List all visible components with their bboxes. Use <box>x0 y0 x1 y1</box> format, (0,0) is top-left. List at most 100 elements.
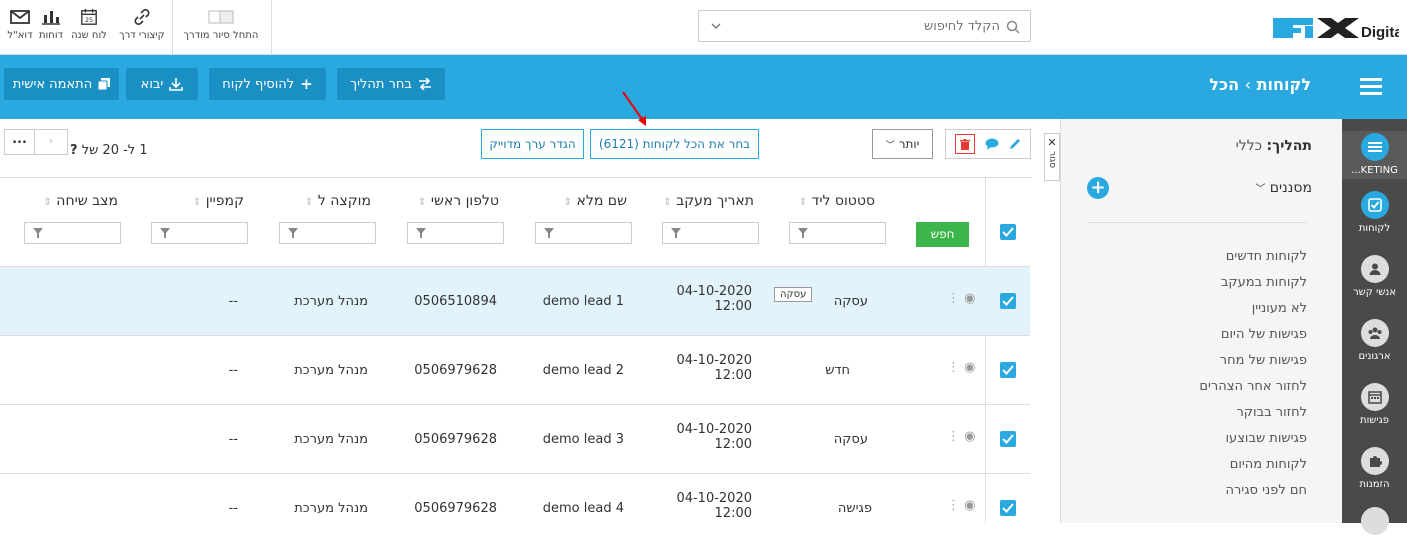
row-menu[interactable]: ⋮ ◉ <box>947 498 975 513</box>
table-row[interactable]: ⋮ ◉ עסקה 04-10-2020 12:00 demo lead 3 050… <box>0 404 1030 473</box>
cell-assigned: מנהל מערכת <box>294 363 368 378</box>
row-menu[interactable]: ⋮ ◉ <box>947 291 975 306</box>
filter-link[interactable]: חם לפני סגירה <box>1225 483 1307 498</box>
cell-phone[interactable]: 0506979628 <box>414 432 497 447</box>
filter-link[interactable]: לקוחות מהיום <box>1230 457 1307 472</box>
filter-lead-status[interactable] <box>789 222 886 244</box>
cell-full-name[interactable]: demo lead 2 <box>543 363 624 378</box>
shortcuts-label: קיצורי דרך <box>119 30 165 41</box>
filter-phone[interactable] <box>407 222 504 244</box>
column-header-assigned[interactable]: מוקצה ל ⇕ <box>305 193 371 209</box>
calendar-icon <box>1360 383 1389 411</box>
sidebar-item-organizations[interactable]: ארגונים <box>1342 319 1407 362</box>
row-checkbox[interactable] <box>1000 362 1016 378</box>
select-all-checkbox[interactable] <box>1000 224 1016 240</box>
select-all-button[interactable]: בחר את הכל לקוחות (6121) <box>590 129 759 159</box>
filter-campaign[interactable] <box>151 222 248 244</box>
svg-text:25: 25 <box>85 17 93 24</box>
set-exact-value-button[interactable]: הגדר ערך מדוייק <box>481 129 584 159</box>
row-menu[interactable]: ⋮ ◉ <box>947 429 975 444</box>
sidebar-item-contacts[interactable]: אנשי קשר <box>1342 255 1407 298</box>
email-tool[interactable]: דוא"ל <box>6 0 34 55</box>
exchange-icon <box>418 78 431 90</box>
delete-button[interactable] <box>955 134 975 154</box>
sort-icon: ⇕ <box>192 197 202 208</box>
column-header-lead-status[interactable]: סטטוס ליד ⇕ <box>799 193 875 209</box>
svg-text:Digital: Digital <box>1361 24 1399 41</box>
filter-link[interactable]: לקוחות במעקב <box>1221 275 1307 290</box>
cell-full-name[interactable]: demo lead 3 <box>543 432 624 447</box>
column-header-campaign[interactable]: קמפיין ⇕ <box>193 193 244 209</box>
filter-link[interactable]: פגישות של מחר <box>1220 353 1307 368</box>
filter-link[interactable]: לא מעוניין <box>1252 301 1307 316</box>
next-page-button[interactable]: › <box>35 130 67 154</box>
personalize-button[interactable]: התאמה אישית <box>4 68 119 100</box>
hamburger-menu-icon[interactable] <box>1360 77 1382 95</box>
cell-phone[interactable]: 0506979628 <box>414 363 497 378</box>
filter-link[interactable]: לקוחות חדשים <box>1226 249 1307 264</box>
filter-link[interactable]: לחזור אחר הצהרים <box>1199 379 1307 394</box>
cell-assigned: מנהל מערכת <box>294 432 368 447</box>
chevron-down-icon[interactable] <box>711 23 721 30</box>
more-dropdown[interactable]: יותר ﹀ <box>872 129 933 159</box>
search-input[interactable] <box>740 11 1000 41</box>
filter-call-status[interactable] <box>24 222 121 244</box>
calendar-tool[interactable]: 25 לוח שנה <box>68 0 110 55</box>
more-pages-button[interactable]: ... <box>5 130 35 154</box>
add-customer-button[interactable]: + להוסיף לקוח <box>209 68 326 100</box>
reports-label: דוחות <box>38 30 63 41</box>
brand-logo: Digital <box>1271 10 1407 46</box>
sidebar-item-orders[interactable]: הזמנות <box>1342 447 1407 490</box>
collapse-panel-tab[interactable]: ✕ סגור <box>1044 133 1060 181</box>
process-value[interactable]: כללי <box>1236 138 1262 154</box>
filter-link[interactable]: פגישות שבוצעו <box>1226 431 1307 446</box>
column-header-followup-date[interactable]: תאריך מעקב ⇕ <box>663 193 754 209</box>
cell-full-name[interactable]: demo lead 1 <box>543 294 624 309</box>
search-button[interactable]: חפש <box>916 222 969 247</box>
filters-toggle[interactable]: מסננים ﹀ <box>1255 180 1312 196</box>
row-checkbox[interactable] <box>1000 500 1016 516</box>
table-row[interactable]: ⋮ ◉ עסקה עסקה 04-10-2020 12:00 demo lead … <box>0 266 1030 335</box>
row-menu[interactable]: ⋮ ◉ <box>947 360 975 375</box>
import-button[interactable]: יבוא <box>126 68 198 100</box>
cell-phone[interactable]: 0506979628 <box>414 501 497 516</box>
checkbox-icon <box>1360 191 1389 219</box>
table-row[interactable]: ⋮ ◉ חדש 04-10-2020 12:00 demo lead 2 0506… <box>0 335 1030 404</box>
column-header-call-status[interactable]: מצב שיחה ⇕ <box>43 193 118 209</box>
choose-process-button[interactable]: בחר תהליך <box>337 68 445 100</box>
add-filter-button[interactable]: + <box>1087 177 1109 199</box>
filter-icon <box>33 228 43 238</box>
reports-tool[interactable]: דוחות <box>35 0 67 55</box>
cell-full-name[interactable]: demo lead 4 <box>543 501 624 516</box>
filter-full-name[interactable] <box>535 222 632 244</box>
global-search[interactable] <box>698 10 1031 42</box>
table-row[interactable]: ⋮ ◉ פגישה 04-10-2020 12:00 demo lead 4 05… <box>0 473 1030 542</box>
top-toolbar: דוא"ל דוחות 25 לוח שנה קיצורי דרך התחל ס… <box>0 0 1407 55</box>
filter-link[interactable]: פגישות של היום <box>1221 327 1307 342</box>
envelope-icon <box>10 10 30 24</box>
comment-icon[interactable] <box>985 138 999 150</box>
sidebar-item-marketing[interactable]: ...KETING <box>1342 131 1407 179</box>
cell-assigned: מנהל מערכת <box>294 501 368 516</box>
close-icon: ✕ <box>1047 136 1057 149</box>
breadcrumb-root[interactable]: לקוחות <box>1257 75 1311 94</box>
sidebar-item-customers[interactable]: לקוחות <box>1342 191 1407 234</box>
edit-pencil-icon[interactable] <box>1009 138 1021 150</box>
filter-followup-date[interactable] <box>662 222 759 244</box>
guided-tour-tool[interactable]: התחל סיור מודרך <box>176 0 266 55</box>
filter-assigned[interactable] <box>279 222 376 244</box>
status-badge: עסקה <box>774 287 813 302</box>
cell-phone[interactable]: 0506510894 <box>414 294 497 309</box>
link-icon <box>134 9 150 25</box>
sidebar-item-meetings[interactable]: פגישות <box>1342 383 1407 426</box>
filter-icon <box>416 228 426 238</box>
panel-divider <box>1087 222 1307 223</box>
column-header-phone[interactable]: טלפון ראשי ⇕ <box>418 193 499 209</box>
row-checkbox[interactable] <box>1000 431 1016 447</box>
sidebar-item-more[interactable] <box>1342 507 1407 539</box>
shortcuts-tool[interactable]: קיצורי דרך <box>116 0 168 55</box>
pagination-total[interactable]: ? <box>70 143 78 158</box>
row-checkbox[interactable] <box>1000 293 1016 309</box>
column-header-full-name[interactable]: שם מלא ⇕ <box>564 193 627 209</box>
filter-link[interactable]: לחזור בבוקר <box>1236 405 1307 420</box>
